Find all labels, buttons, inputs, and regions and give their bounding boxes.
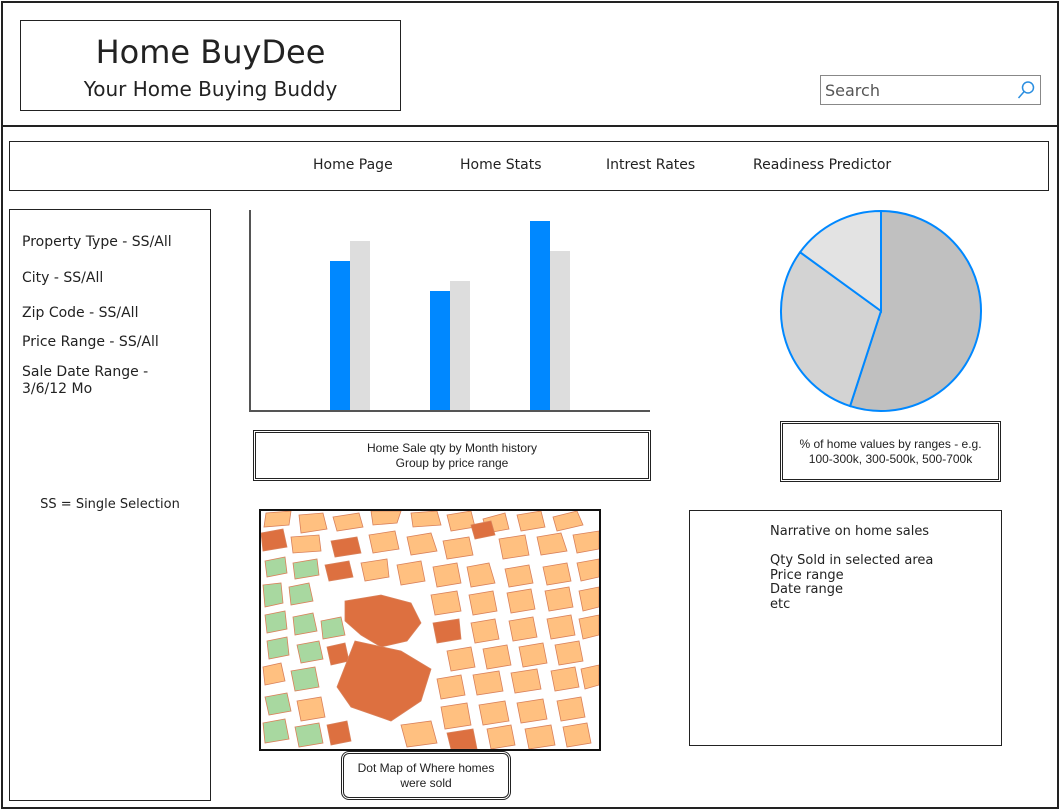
map-caption-line-2: were sold [400,775,452,790]
nav-interest-rates[interactable]: Intrest Rates [606,157,695,173]
filter-panel: Property Type - SS/All City - SS/All Zip… [9,209,211,801]
narrative-line-etc: etc [770,596,791,612]
bar-series1-group1 [330,261,350,411]
bar-caption-line-2: Group by price range [395,455,509,470]
app-title: Home BuyDee [95,33,326,71]
bar-chart [249,210,650,412]
bar-series2-group1 [350,241,370,411]
bar-series2-group3 [550,251,570,411]
nav-readiness-predictor[interactable]: Readiness Predictor [753,157,891,173]
filter-property-type[interactable]: Property Type - SS/All [22,234,202,251]
search-box [820,75,1041,105]
map-caption-line-1: Dot Map of Where homes [357,760,495,775]
nav-home-stats[interactable]: Home Stats [460,157,542,173]
nav-bar: Home Page Home Stats Intrest Rates Readi… [9,141,1049,191]
search-icon[interactable] [1016,80,1036,100]
filter-price-range[interactable]: Price Range - SS/All [22,334,202,351]
filter-zip-code[interactable]: Zip Code - SS/All [22,305,202,322]
bar-chart-caption: Home Sale qty by Month history Group by … [253,430,651,481]
narrative-line-date-range: Date range [770,582,844,597]
narrative-title: Narrative on home sales [770,524,930,539]
narrative-spacer [770,540,933,555]
bar-series1-group3 [530,221,550,411]
pie-chart [780,209,982,412]
bar-caption-line-1: Home Sale qty by Month history [366,440,538,455]
map-image [261,511,599,749]
narrative-text: Narrative on home sales Qty Sold in sele… [770,524,934,612]
bar-series2-group2 [450,281,470,411]
search-input[interactable] [825,79,1005,101]
single-selection-note: SS = Single Selection [40,497,180,512]
narrative-line-price-range: Price range [770,567,844,583]
nav-home-page[interactable]: Home Page [313,157,393,173]
dot-map[interactable] [259,509,601,751]
map-caption: Dot Map of Where homes were sold [341,751,511,800]
narrative-line-qty-sold: Qty Sold in selected area [770,553,934,568]
logo-box: Home BuyDee Your Home Buying Buddy [20,20,401,111]
filter-city[interactable]: City - SS/All [22,270,202,287]
pie-chart-caption: % of home values by ranges - e.g. 100-30… [780,421,1001,482]
header-divider [1,125,1059,127]
app-tagline: Your Home Buying Buddy [83,77,338,101]
narrative-panel: Narrative on home sales Qty Sold in sele… [689,510,1002,746]
filter-sale-date-range[interactable]: Sale Date Range - 3/6/12 Mo [22,364,162,398]
bar-series1-group2 [430,291,450,411]
